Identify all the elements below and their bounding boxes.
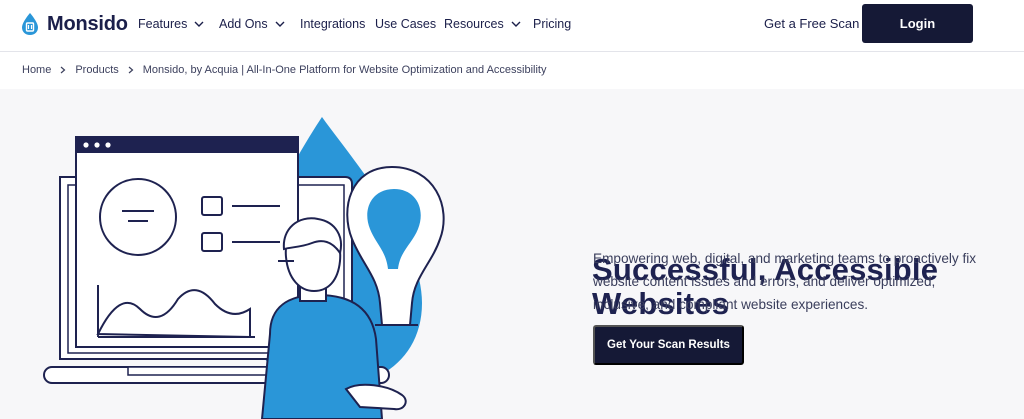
brand-name: Monsido [47, 12, 128, 35]
nav-item-label: Add Ons [219, 17, 268, 31]
breadcrumb-current: Monsido, by Acquia | All-In-One Platform… [142, 64, 547, 76]
chart-circle [99, 178, 177, 256]
nav-item-label: Use Cases [375, 17, 437, 31]
breadcrumb: Home Products Monsido, by Acquia | All-I… [22, 63, 546, 77]
free-scan-link[interactable]: Get a Free Scan [764, 16, 859, 31]
hero-description: Empowering web, digital, and marketing t… [593, 251, 977, 312]
nav-item-features[interactable]: Features [138, 16, 204, 32]
chevron-right-icon [60, 66, 66, 74]
top-navigation: Monsido Features Add Ons Integrations Us… [0, 0, 1024, 52]
get-scan-results-button[interactable]: Get Your Scan Results [593, 325, 744, 365]
breadcrumb-products[interactable]: Products [75, 64, 118, 76]
nav-item-label: Resources [444, 17, 504, 31]
nav-item-label: Pricing [533, 17, 572, 31]
nav-item-resources[interactable]: Resources [444, 16, 521, 32]
login-button[interactable]: Login [862, 4, 973, 43]
nav-item-add-ons[interactable]: Add Ons [219, 16, 285, 32]
chevron-down-icon [275, 21, 285, 27]
nav-item-use-cases[interactable]: Use Cases [375, 16, 436, 32]
hero-illustration [43, 117, 445, 419]
breadcrumb-home[interactable]: Home [22, 64, 51, 76]
nav-item-integrations[interactable]: Integrations [300, 16, 365, 32]
brand-logo[interactable]: Monsido [20, 12, 128, 36]
chevron-down-icon [511, 21, 521, 27]
nav-item-label: Features [138, 17, 188, 31]
nav-item-pricing[interactable]: Pricing [533, 16, 571, 32]
droplet-logo-icon [22, 13, 38, 35]
nav-item-label: Integrations [300, 17, 366, 31]
chevron-down-icon [194, 21, 204, 27]
chevron-right-icon [128, 66, 134, 74]
